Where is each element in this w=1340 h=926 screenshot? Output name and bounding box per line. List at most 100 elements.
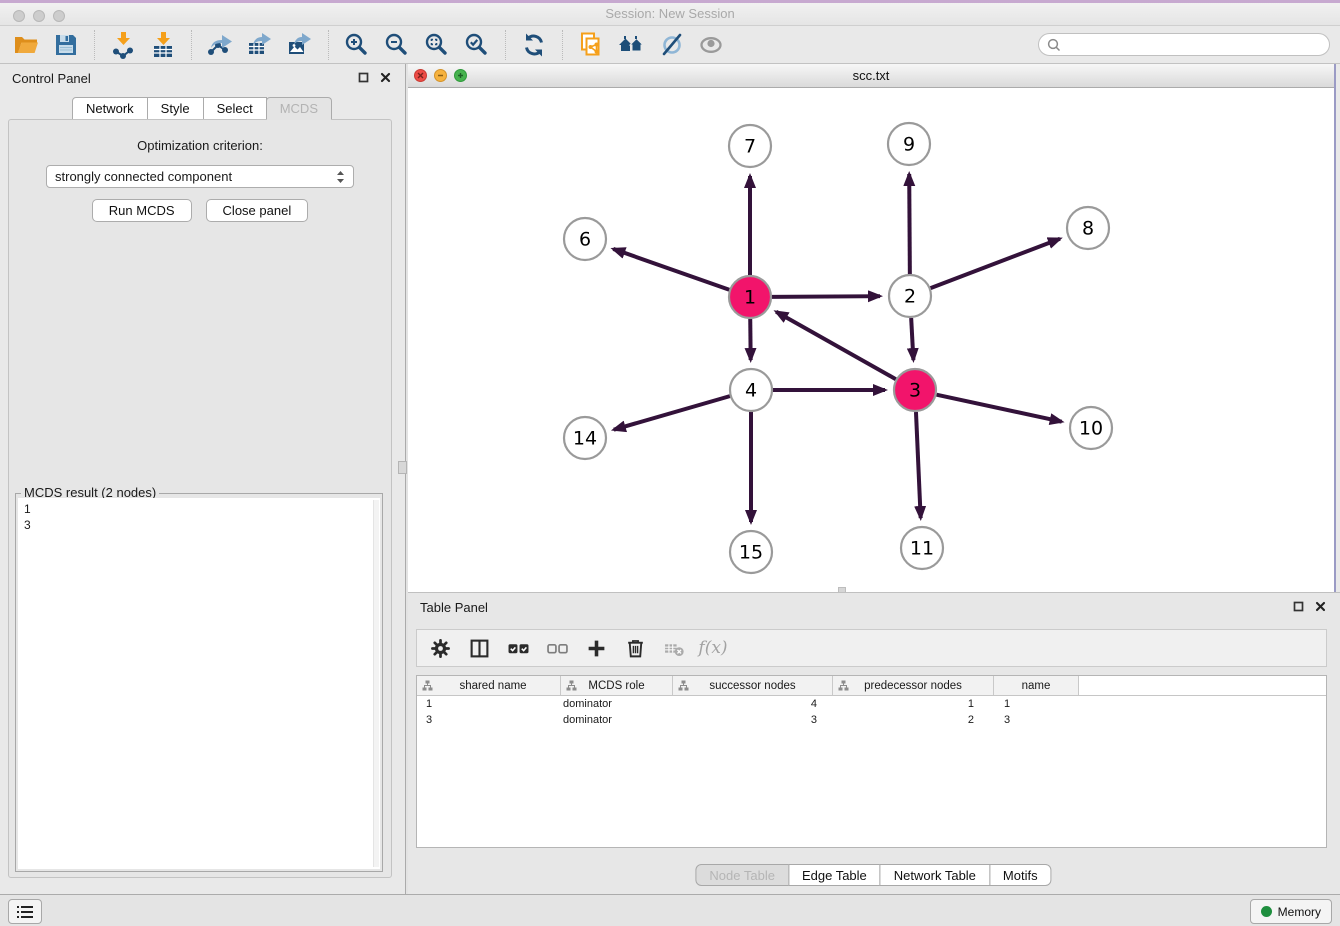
tab-edge-table[interactable]: Edge Table: [788, 864, 881, 886]
save-session-icon[interactable]: [50, 29, 82, 61]
mcds-panel: Optimization criterion: strongly connect…: [8, 119, 392, 878]
network-window-titlebar[interactable]: scc.txt: [408, 64, 1334, 88]
close-table-panel-icon[interactable]: [1315, 601, 1326, 612]
close-window-button[interactable]: [13, 10, 25, 22]
graph-edge-2-8[interactable]: [931, 239, 1060, 288]
function-builder-icon[interactable]: f(x): [702, 637, 724, 659]
titlebar: Session: New Session: [0, 0, 1340, 26]
column-header-mcds-role[interactable]: MCDS role: [561, 676, 673, 695]
table-row[interactable]: 3 dominator 3 2 3: [417, 712, 1326, 728]
delete-table-icon[interactable]: [663, 637, 685, 659]
tab-style[interactable]: Style: [147, 97, 204, 120]
network-maximize-button[interactable]: [454, 69, 467, 82]
search-box[interactable]: [1038, 33, 1330, 56]
graph-node-label-15: 15: [739, 542, 763, 564]
graph-edge-1-6[interactable]: [613, 249, 729, 290]
cell-successor-nodes[interactable]: 4: [673, 698, 833, 710]
zoom-out-icon[interactable]: [381, 29, 413, 61]
network-close-button[interactable]: [414, 69, 427, 82]
criterion-dropdown[interactable]: strongly connected component: [46, 165, 354, 188]
zoom-in-icon[interactable]: [341, 29, 373, 61]
cell-shared-name[interactable]: 1: [417, 698, 561, 710]
control-panel-title: Control Panel: [12, 71, 91, 86]
run-mcds-button[interactable]: Run MCDS: [92, 199, 192, 222]
main-toolbar: [0, 26, 1340, 64]
zoom-selected-icon[interactable]: [461, 29, 493, 61]
open-session-icon[interactable]: [10, 29, 42, 61]
table-panel: Table Panel: [408, 592, 1340, 894]
close-panel-icon[interactable]: [380, 72, 391, 83]
export-table-icon[interactable]: [244, 29, 276, 61]
column-settings-icon[interactable]: [429, 637, 451, 659]
window-title: Session: New Session: [0, 3, 1340, 25]
tab-mcds[interactable]: MCDS: [266, 97, 332, 120]
show-graphics-details-icon[interactable]: [695, 29, 727, 61]
search-icon: [1047, 38, 1061, 52]
table-header-row: shared name MCDS role successor nodes pr…: [417, 676, 1326, 696]
zoom-fit-icon[interactable]: [421, 29, 453, 61]
show-all-columns-icon[interactable]: [507, 637, 529, 659]
network-overview-icon[interactable]: [615, 29, 647, 61]
float-panel-icon[interactable]: [358, 72, 369, 83]
add-column-icon[interactable]: [585, 637, 607, 659]
import-table-icon[interactable]: [147, 29, 179, 61]
minimize-window-button[interactable]: [33, 10, 45, 22]
result-scrollbar[interactable]: [373, 500, 379, 867]
apply-layout-icon[interactable]: [518, 29, 550, 61]
panel-layout-icon[interactable]: [468, 637, 490, 659]
cell-successor-nodes[interactable]: 3: [673, 714, 833, 726]
cell-name[interactable]: 3: [994, 714, 1079, 726]
graph-edge-4-14[interactable]: [614, 396, 730, 430]
cell-shared-name[interactable]: 3: [417, 714, 561, 726]
graph-node-label-3: 3: [909, 380, 921, 402]
mcds-result-text: 1 3: [18, 498, 380, 536]
tab-node-table[interactable]: Node Table: [695, 864, 789, 886]
cell-predecessor-nodes[interactable]: 1: [833, 698, 994, 710]
hierarchy-icon: [566, 680, 577, 691]
tab-network-table[interactable]: Network Table: [880, 864, 990, 886]
graph-edge-1-2[interactable]: [772, 296, 880, 297]
export-image-icon[interactable]: [284, 29, 316, 61]
search-input[interactable]: [1065, 38, 1321, 52]
memory-button[interactable]: Memory: [1250, 899, 1332, 924]
hide-all-columns-icon[interactable]: [546, 637, 568, 659]
splitter-grip[interactable]: [398, 461, 407, 474]
network-canvas[interactable]: 7968124314101511: [408, 89, 1334, 592]
tab-network[interactable]: Network: [72, 97, 148, 120]
toolbar-separator: [328, 30, 329, 60]
export-network-icon[interactable]: [204, 29, 236, 61]
clone-network-icon[interactable]: [575, 29, 607, 61]
cell-name[interactable]: 1: [994, 698, 1079, 710]
status-bar: Memory: [0, 894, 1340, 926]
cell-predecessor-nodes[interactable]: 2: [833, 714, 994, 726]
hide-graphics-details-icon[interactable]: [655, 29, 687, 61]
zoom-window-button[interactable]: [53, 10, 65, 22]
tab-select[interactable]: Select: [203, 97, 267, 120]
delete-columns-icon[interactable]: [624, 637, 646, 659]
graph-edge-3-11[interactable]: [916, 412, 921, 518]
cell-mcds-role[interactable]: dominator: [561, 698, 673, 710]
float-table-panel-icon[interactable]: [1293, 601, 1304, 612]
graph-edge-2-9[interactable]: [909, 174, 910, 274]
network-minimize-button[interactable]: [434, 69, 447, 82]
toolbar-separator: [505, 30, 506, 60]
graph-edge-3-1[interactable]: [776, 312, 896, 379]
graph-edge-2-3[interactable]: [911, 318, 913, 360]
column-header-shared-name[interactable]: shared name: [417, 676, 561, 695]
hierarchy-icon: [678, 680, 689, 691]
close-panel-button[interactable]: Close panel: [206, 199, 309, 222]
import-network-icon[interactable]: [107, 29, 139, 61]
graph-node-label-4: 4: [745, 380, 757, 402]
cell-mcds-role[interactable]: dominator: [561, 714, 673, 726]
table-panel-title: Table Panel: [420, 600, 488, 615]
table-row[interactable]: 1 dominator 4 1 1: [417, 696, 1326, 712]
column-header-successor-nodes[interactable]: successor nodes: [673, 676, 833, 695]
column-header-predecessor-nodes[interactable]: predecessor nodes: [833, 676, 994, 695]
table-toolbar: f(x): [416, 629, 1327, 667]
task-history-button[interactable]: [8, 899, 42, 924]
criterion-value: strongly connected component: [55, 169, 336, 184]
tab-motifs[interactable]: Motifs: [989, 864, 1052, 886]
mcds-result-area[interactable]: 1 3: [18, 498, 380, 869]
column-header-name[interactable]: name: [994, 676, 1079, 695]
graph-edge-3-10[interactable]: [937, 395, 1062, 422]
